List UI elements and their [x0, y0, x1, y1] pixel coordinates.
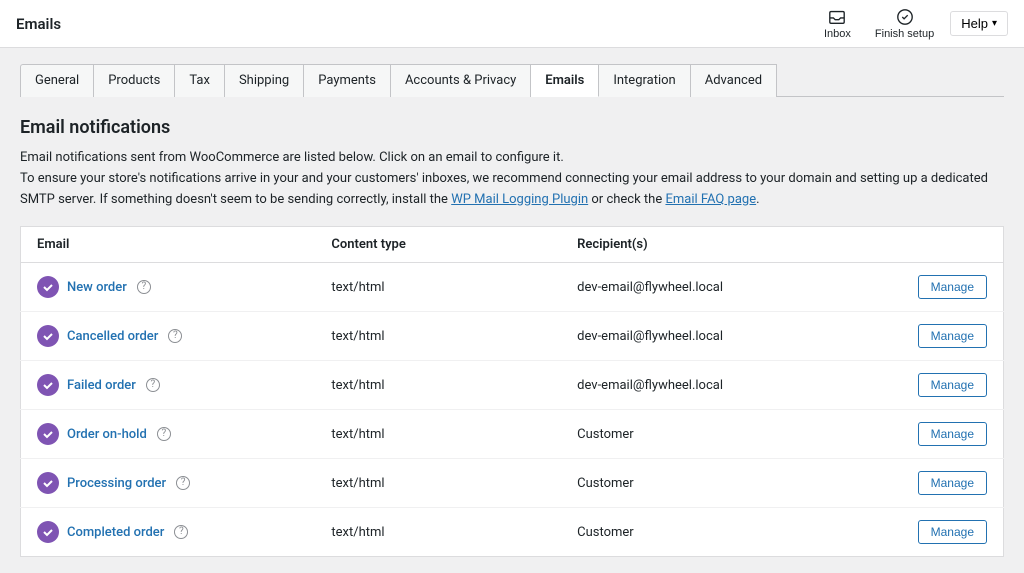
enabled-icon-3 [37, 423, 59, 445]
recipient-cell-5: Customer [561, 508, 856, 557]
help-tooltip-icon-1[interactable]: ? [168, 329, 182, 343]
col-header-email: Email [21, 227, 316, 263]
manage-button-5[interactable]: Manage [918, 520, 987, 544]
chevron-down-icon: ▾ [992, 18, 997, 29]
email-table: Email Content type Recipient(s) New orde… [20, 226, 1004, 557]
email-name-cell-4: Processing order ? [21, 459, 316, 508]
tab-payments[interactable]: Payments [304, 64, 391, 97]
email-link-2[interactable]: Failed order [67, 378, 136, 393]
action-cell-4: Manage [856, 459, 1003, 508]
col-header-content-type: Content type [315, 227, 561, 263]
tab-accounts-privacy[interactable]: Accounts & Privacy [391, 64, 531, 97]
content-type-cell-0: text/html [315, 263, 561, 312]
email-name-cell-3: Order on-hold ? [21, 410, 316, 459]
action-cell-1: Manage [856, 312, 1003, 361]
tab-products[interactable]: Products [94, 64, 175, 97]
help-tooltip-icon-2[interactable]: ? [146, 378, 160, 392]
table-row: New order ? text/html dev-email@flywheel… [21, 263, 1004, 312]
enabled-icon-0 [37, 276, 59, 298]
finish-setup-label: Finish setup [875, 28, 934, 40]
action-cell-0: Manage [856, 263, 1003, 312]
table-row: Order on-hold ? text/html Customer Manag… [21, 410, 1004, 459]
help-button[interactable]: Help ▾ [950, 11, 1008, 36]
recipient-cell-1: dev-email@flywheel.local [561, 312, 856, 361]
email-link-4[interactable]: Processing order [67, 476, 166, 491]
email-name-cell-5: Completed order ? [21, 508, 316, 557]
email-link-1[interactable]: Cancelled order [67, 329, 158, 344]
checkmark-icon [42, 526, 54, 538]
manage-button-2[interactable]: Manage [918, 373, 987, 397]
help-tooltip-icon-4[interactable]: ? [176, 476, 190, 490]
tab-advanced[interactable]: Advanced [691, 64, 777, 97]
help-tooltip-icon-0[interactable]: ? [137, 280, 151, 294]
manage-button-0[interactable]: Manage [918, 275, 987, 299]
content-type-cell-3: text/html [315, 410, 561, 459]
tab-emails[interactable]: Emails [531, 64, 599, 97]
recipient-cell-0: dev-email@flywheel.local [561, 263, 856, 312]
top-bar: Emails Inbox Finish setup Help ▾ [0, 0, 1024, 48]
col-header-recipients: Recipient(s) [561, 227, 856, 263]
top-bar-actions: Inbox Finish setup Help ▾ [816, 4, 1008, 44]
email-name-cell-2: Failed order ? [21, 361, 316, 410]
description-text-1: Email notifications sent from WooCommerc… [20, 150, 564, 165]
content-type-cell-4: text/html [315, 459, 561, 508]
tab-shipping[interactable]: Shipping [225, 64, 304, 97]
finish-setup-button[interactable]: Finish setup [867, 4, 942, 44]
content-type-cell-1: text/html [315, 312, 561, 361]
main-content: General Products Tax Shipping Payments A… [0, 48, 1024, 573]
checkmark-icon [42, 330, 54, 342]
recipient-cell-2: dev-email@flywheel.local [561, 361, 856, 410]
nav-tabs: General Products Tax Shipping Payments A… [20, 64, 1004, 97]
table-row: Processing order ? text/html Customer Ma… [21, 459, 1004, 508]
content-type-cell-5: text/html [315, 508, 561, 557]
tab-general[interactable]: General [20, 64, 94, 97]
section-title: Email notifications [20, 117, 1004, 138]
help-tooltip-icon-5[interactable]: ? [174, 525, 188, 539]
enabled-icon-2 [37, 374, 59, 396]
checkmark-icon [42, 477, 54, 489]
inbox-label: Inbox [824, 28, 851, 40]
email-name-cell-0: New order ? [21, 263, 316, 312]
email-name-cell-1: Cancelled order ? [21, 312, 316, 361]
inbox-button[interactable]: Inbox [816, 4, 859, 44]
checkmark-icon [42, 428, 54, 440]
table-row: Failed order ? text/html dev-email@flywh… [21, 361, 1004, 410]
enabled-icon-5 [37, 521, 59, 543]
manage-button-4[interactable]: Manage [918, 471, 987, 495]
content-type-cell-2: text/html [315, 361, 561, 410]
recipient-cell-4: Customer [561, 459, 856, 508]
finish-setup-icon [896, 8, 914, 26]
email-link-0[interactable]: New order [67, 280, 127, 295]
section-description: Email notifications sent from WooCommerc… [20, 148, 1004, 210]
enabled-icon-1 [37, 325, 59, 347]
table-row: Completed order ? text/html Customer Man… [21, 508, 1004, 557]
col-header-action [856, 227, 1003, 263]
checkmark-icon [42, 281, 54, 293]
table-row: Cancelled order ? text/html dev-email@fl… [21, 312, 1004, 361]
manage-button-1[interactable]: Manage [918, 324, 987, 348]
tab-integration[interactable]: Integration [599, 64, 690, 97]
action-cell-3: Manage [856, 410, 1003, 459]
checkmark-icon [42, 379, 54, 391]
inbox-icon [828, 8, 846, 26]
help-label: Help [961, 16, 988, 31]
description-text-3: or check the [588, 192, 665, 207]
description-text-4: . [756, 192, 759, 207]
email-link-5[interactable]: Completed order [67, 525, 164, 540]
manage-button-3[interactable]: Manage [918, 422, 987, 446]
page-title: Emails [16, 15, 61, 33]
help-tooltip-icon-3[interactable]: ? [157, 427, 171, 441]
action-cell-5: Manage [856, 508, 1003, 557]
wp-mail-logging-link[interactable]: WP Mail Logging Plugin [451, 192, 588, 207]
email-link-3[interactable]: Order on-hold [67, 427, 147, 442]
recipient-cell-3: Customer [561, 410, 856, 459]
email-faq-link[interactable]: Email FAQ page [665, 192, 756, 207]
action-cell-2: Manage [856, 361, 1003, 410]
enabled-icon-4 [37, 472, 59, 494]
tab-tax[interactable]: Tax [175, 64, 225, 97]
